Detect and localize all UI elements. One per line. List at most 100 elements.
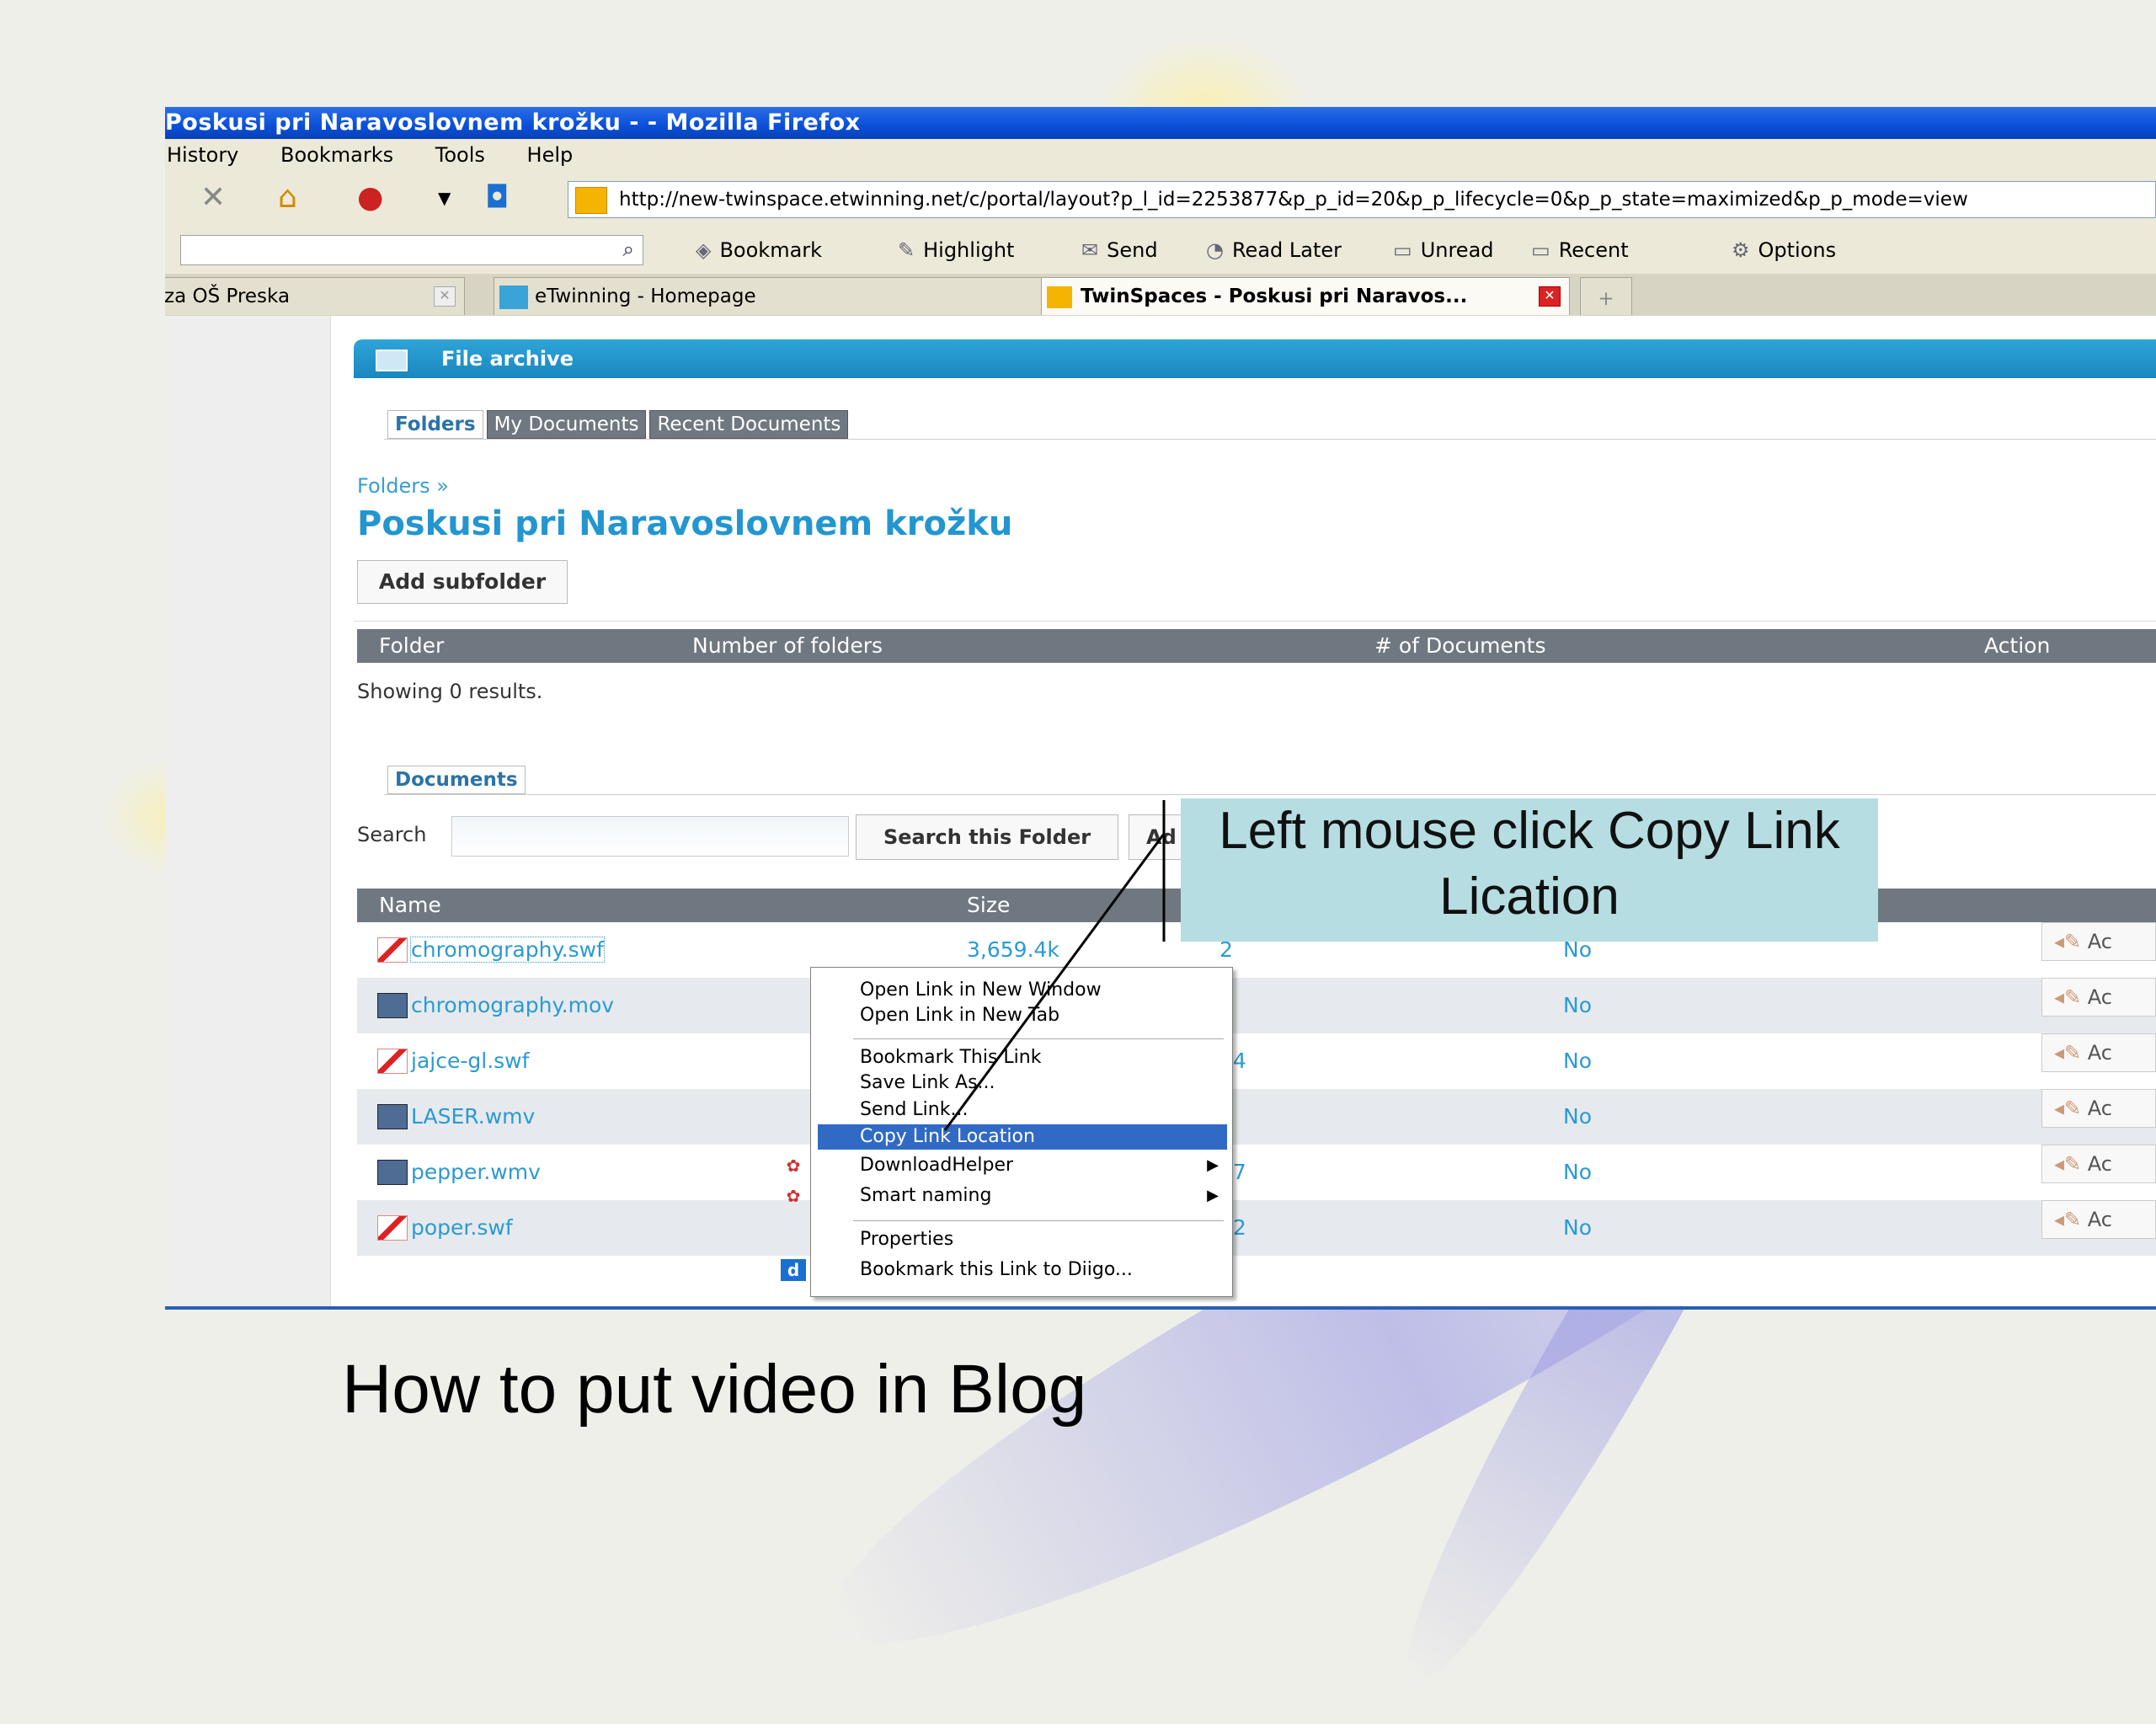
menu-item-save-link[interactable]: Save Link As... [818, 1070, 1227, 1096]
menu-item-open-new-tab[interactable]: Open Link in New Tab [818, 1003, 1227, 1028]
tab-recent-documents[interactable]: Recent Documents [649, 410, 849, 439]
table-row[interactable]: pepper.wmv k 27 No ◂✎ Ac [357, 1145, 2156, 1200]
wrench-icon: ◂✎ [2054, 985, 2088, 1009]
options-button[interactable]: ⚙ Options [1732, 227, 1836, 274]
locked-status: No [1563, 1215, 1592, 1240]
callout-line-2: Lication [1439, 867, 1620, 926]
close-icon[interactable]: ✕ [1539, 286, 1561, 307]
column-name[interactable]: Name [379, 889, 441, 922]
column-documents-count[interactable]: # of Documents [1374, 629, 1545, 663]
wrench-icon: ◂✎ [2054, 930, 2088, 953]
table-row[interactable]: chromography.mov k 8 No ◂✎ Ac [357, 978, 2156, 1033]
menu-item-smart-naming[interactable]: ✿ Smart naming ▶ [787, 1183, 1227, 1209]
recent-button[interactable]: ▭ Recent [1531, 227, 1629, 274]
folder-icon: ▭ [1393, 238, 1412, 262]
file-name-link[interactable]: pepper.wmv [357, 1145, 541, 1200]
actions-button[interactable]: ◂✎ Ac [2041, 922, 2156, 961]
actions-button[interactable]: ◂✎ Ac [2041, 1089, 2156, 1128]
menu-item-downloadhelper[interactable]: ✿ DownloadHelper ▶ [787, 1153, 1227, 1178]
context-menu: Open Link in New Window Open Link in New… [781, 967, 1233, 1297]
wrench-icon: ◂✎ [2054, 1208, 2088, 1231]
window-title: Poskusi pri Naravoslovnem krožku - - Moz… [165, 107, 2156, 139]
column-number-of-folders[interactable]: Number of folders [692, 629, 883, 663]
send-button[interactable]: ✉ Send [1081, 227, 1158, 274]
actions-button[interactable]: ◂✎ Ac [2041, 1033, 2156, 1072]
table-row[interactable]: LASER.wmv k 9 No ◂✎ Ac [357, 1089, 2156, 1145]
home-icon[interactable]: ⌂ [278, 181, 297, 215]
video-file-icon [377, 1104, 408, 1129]
menu-item-bookmark-link[interactable]: Bookmark This Link [818, 1045, 1227, 1070]
menu-separator [853, 1038, 1224, 1039]
locked-status: No [1563, 1049, 1592, 1073]
flash-file-icon [377, 1215, 408, 1241]
divider [384, 794, 2156, 795]
wrench-icon: ◂✎ [2054, 1097, 2088, 1120]
menu-tools[interactable]: Tools [435, 143, 485, 167]
file-name-link[interactable]: poper.swf [357, 1200, 513, 1256]
file-name-link[interactable]: chromography.swf [357, 922, 605, 978]
add-subfolder-button[interactable]: Add subfolder [357, 560, 568, 604]
tab-preska[interactable]: za OŠ Preska ✕ [165, 277, 465, 315]
table-row[interactable]: poper.swf k 32 No ◂✎ Ac [357, 1200, 2156, 1256]
close-icon[interactable]: ✕ [434, 286, 456, 307]
tab-documents[interactable]: Documents [387, 766, 526, 794]
highlight-button[interactable]: ✎ Highlight [898, 227, 1014, 274]
menu-item-bookmark-diigo[interactable]: d Bookmark this Link to Diigo... [781, 1257, 1227, 1283]
read-later-icon: ◔ [1206, 238, 1224, 262]
actions-button[interactable]: ◂✎ Ac [2041, 1145, 2156, 1183]
file-name-link[interactable]: LASER.wmv [357, 1089, 535, 1145]
read-later-button[interactable]: ◔ Read Later [1206, 227, 1342, 274]
diigo-icon[interactable]: ◘ [485, 181, 509, 215]
file-name-link[interactable]: jajce-gl.swf [357, 1033, 529, 1089]
search-input[interactable] [451, 816, 849, 857]
site-favicon [499, 285, 528, 309]
tab-my-documents[interactable]: My Documents [486, 410, 647, 439]
diigo-search-input[interactable]: ⌕ [180, 235, 643, 265]
file-name-link[interactable]: chromography.mov [357, 978, 614, 1033]
menu-help[interactable]: Help [527, 143, 574, 167]
locked-status: No [1563, 1104, 1592, 1129]
bookmark-button[interactable]: ◈ Bookmark [696, 227, 822, 274]
url-bar[interactable]: http://new-twinspace.etwinning.net/c/por… [568, 181, 2156, 218]
search-label: Search [357, 823, 427, 846]
locked-status: No [1563, 1160, 1592, 1184]
site-identity-icon[interactable] [575, 187, 607, 214]
menu-bar: History Bookmarks Tools Help [165, 139, 2156, 171]
highlight-icon: ✎ [898, 238, 915, 262]
column-action: Action [1984, 633, 2051, 658]
new-tab-button[interactable]: + [1580, 277, 1632, 315]
breadcrumb[interactable]: Folders » [357, 474, 449, 498]
dropdown-icon[interactable]: ▼ [438, 181, 451, 215]
locked-status: No [1563, 993, 1592, 1017]
url-text: http://new-twinspace.etwinning.net/c/por… [619, 189, 1968, 211]
actions-button[interactable]: ◂✎ Ac [2041, 1200, 2156, 1239]
wrench-icon: ◂✎ [2054, 1041, 2088, 1065]
unread-button[interactable]: ▭ Unread [1393, 227, 1494, 274]
callout-line-1: Left mouse click Copy Link [1219, 802, 1840, 860]
column-size[interactable]: Size [967, 889, 1010, 922]
stop-icon[interactable]: ✕ [200, 181, 226, 215]
results-count: Showing 0 results. [357, 680, 543, 703]
archive-icon [376, 350, 408, 371]
addon-icon[interactable]: ● [357, 181, 383, 215]
menu-history[interactable]: History [167, 143, 238, 167]
table-row[interactable]: jajce-gl.swf k 24 No ◂✎ Ac [357, 1033, 2156, 1089]
site-favicon [1047, 286, 1072, 308]
search-folder-button[interactable]: Search this Folder [856, 814, 1118, 860]
menu-item-copy-link-location[interactable]: Copy Link Location [818, 1124, 1227, 1150]
diigo-toolbar: ⌕ ◈ Bookmark ✎ Highlight ✉ Send ◔ Read Later… [165, 227, 2156, 275]
left-gutter [165, 316, 331, 1306]
menu-item-properties[interactable]: Properties [818, 1227, 1227, 1252]
submenu-arrow-icon: ▶ [1207, 1187, 1219, 1204]
column-folder[interactable]: Folder [379, 629, 444, 663]
tab-bar: za OŠ Preska ✕ eTwinning - Homepage ✕ Tw… [165, 274, 2156, 317]
menu-bookmarks[interactable]: Bookmarks [280, 143, 393, 167]
menu-separator [853, 1220, 1224, 1221]
navigation-toolbar: ✕ ⌂ ● ▼ ◘ http://new-twinspace.etwinning… [165, 171, 2156, 227]
menu-item-send-link[interactable]: Send Link... [818, 1097, 1227, 1123]
actions-button[interactable]: ◂✎ Ac [2041, 978, 2156, 1017]
tab-folders[interactable]: Folders [387, 410, 483, 439]
menu-item-open-new-window[interactable]: Open Link in New Window [818, 978, 1227, 1003]
tab-twinspaces[interactable]: TwinSpaces - Poskusi pri Naravos... ✕ [1041, 277, 1570, 315]
folder-table-header: Folder Number of folders # of Documents … [357, 629, 2156, 663]
